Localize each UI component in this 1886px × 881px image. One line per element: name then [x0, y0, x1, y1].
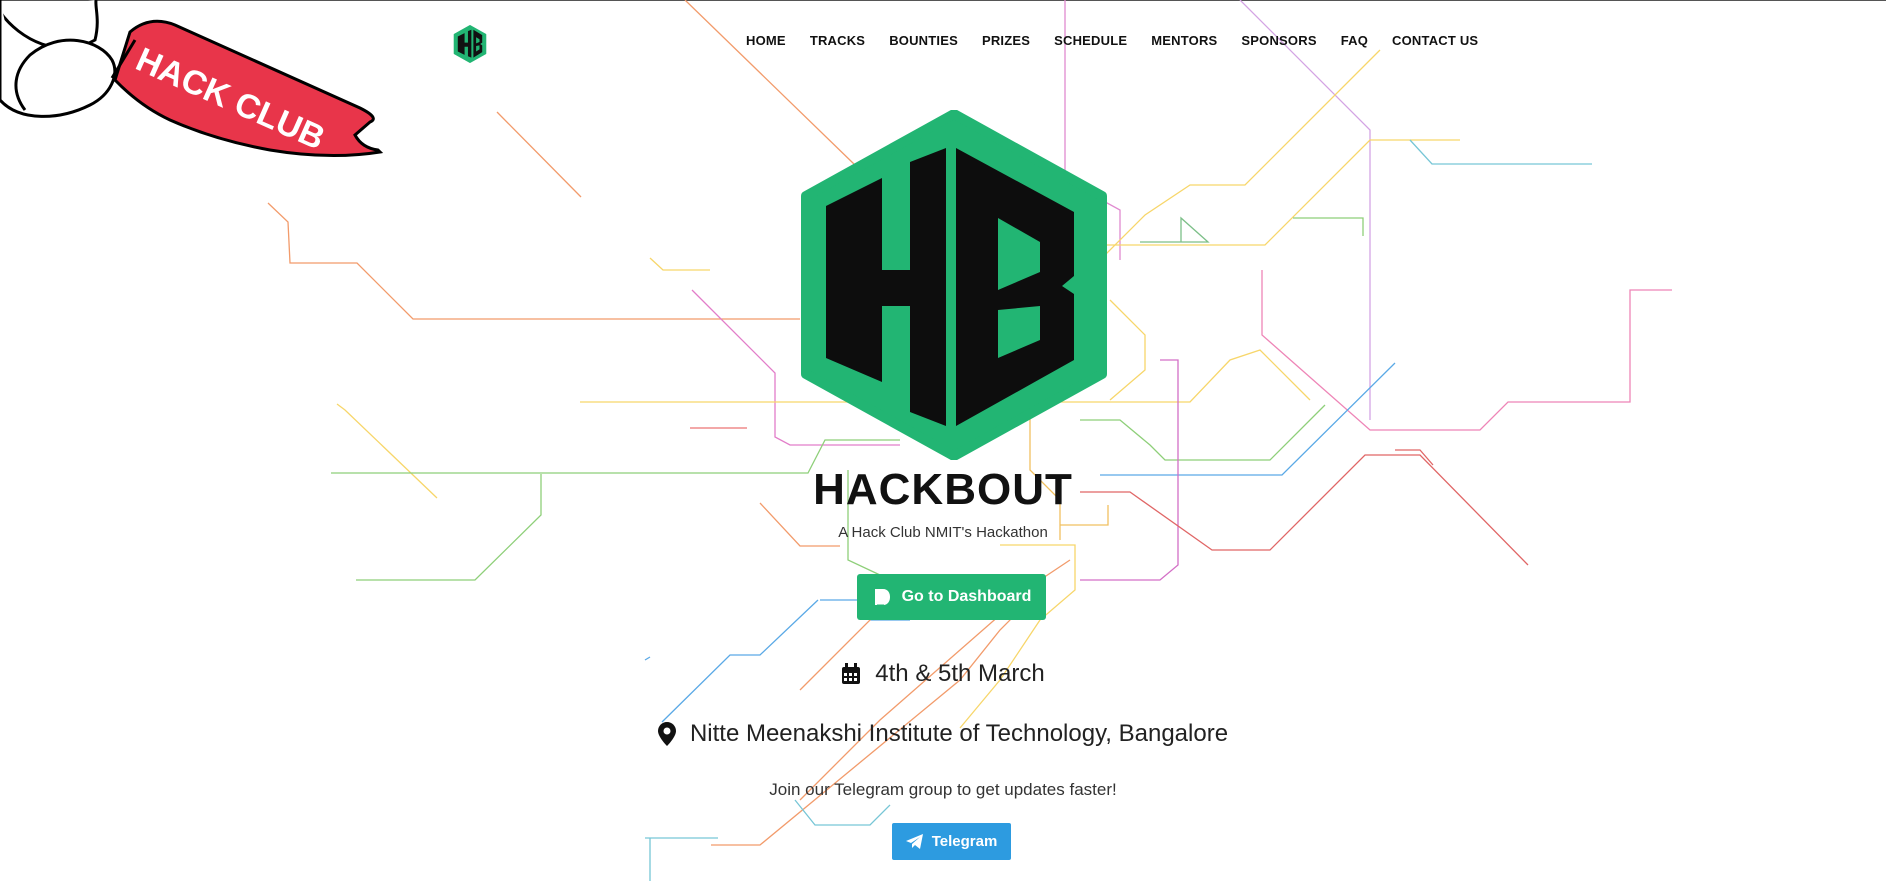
- nav-schedule[interactable]: SCHEDULE: [1054, 33, 1127, 48]
- nav-mentors[interactable]: MENTORS: [1151, 33, 1217, 48]
- hb-logo-icon[interactable]: [453, 25, 487, 63]
- nav-contact-us[interactable]: CONTACT US: [1392, 33, 1478, 48]
- calendar-icon: [842, 663, 861, 684]
- telegram-invite-text: Join our Telegram group to get updates f…: [769, 780, 1117, 799]
- map-pin-icon: [657, 722, 676, 746]
- go-to-dashboard-label: Go to Dashboard: [901, 588, 1032, 605]
- event-date-text: 4th & 5th March: [875, 660, 1045, 687]
- nav-faq[interactable]: FAQ: [1341, 33, 1368, 48]
- telegram-button-label: Telegram: [931, 833, 998, 850]
- event-venue: Nitte Meenakshi Institute of Technology,…: [0, 720, 1886, 748]
- event-venue-text: Nitte Meenakshi Institute of Technology,…: [689, 720, 1229, 747]
- nav-home[interactable]: HOME: [746, 33, 786, 48]
- nav-bounties[interactable]: BOUNTIES: [889, 33, 958, 48]
- devfolio-icon: [874, 589, 890, 606]
- hackbout-hero-logo: [801, 110, 1107, 460]
- page-title: HACKBOUT: [813, 465, 1073, 514]
- main-nav: HOME TRACKS BOUNTIES PRIZES SCHEDULE MEN…: [746, 33, 1502, 48]
- hack-club-flag-banner[interactable]: HACK CLUB: [0, 0, 390, 170]
- paper-plane-icon: [905, 833, 923, 849]
- event-date: 4th & 5th March: [0, 660, 1886, 688]
- nav-tracks[interactable]: TRACKS: [810, 33, 865, 48]
- telegram-button[interactable]: Telegram: [892, 823, 1011, 860]
- go-to-dashboard-button[interactable]: Go to Dashboard: [857, 574, 1046, 620]
- nav-prizes[interactable]: PRIZES: [982, 33, 1030, 48]
- nav-sponsors[interactable]: SPONSORS: [1241, 33, 1316, 48]
- page-subtitle: A Hack Club NMIT's Hackathon: [838, 524, 1048, 541]
